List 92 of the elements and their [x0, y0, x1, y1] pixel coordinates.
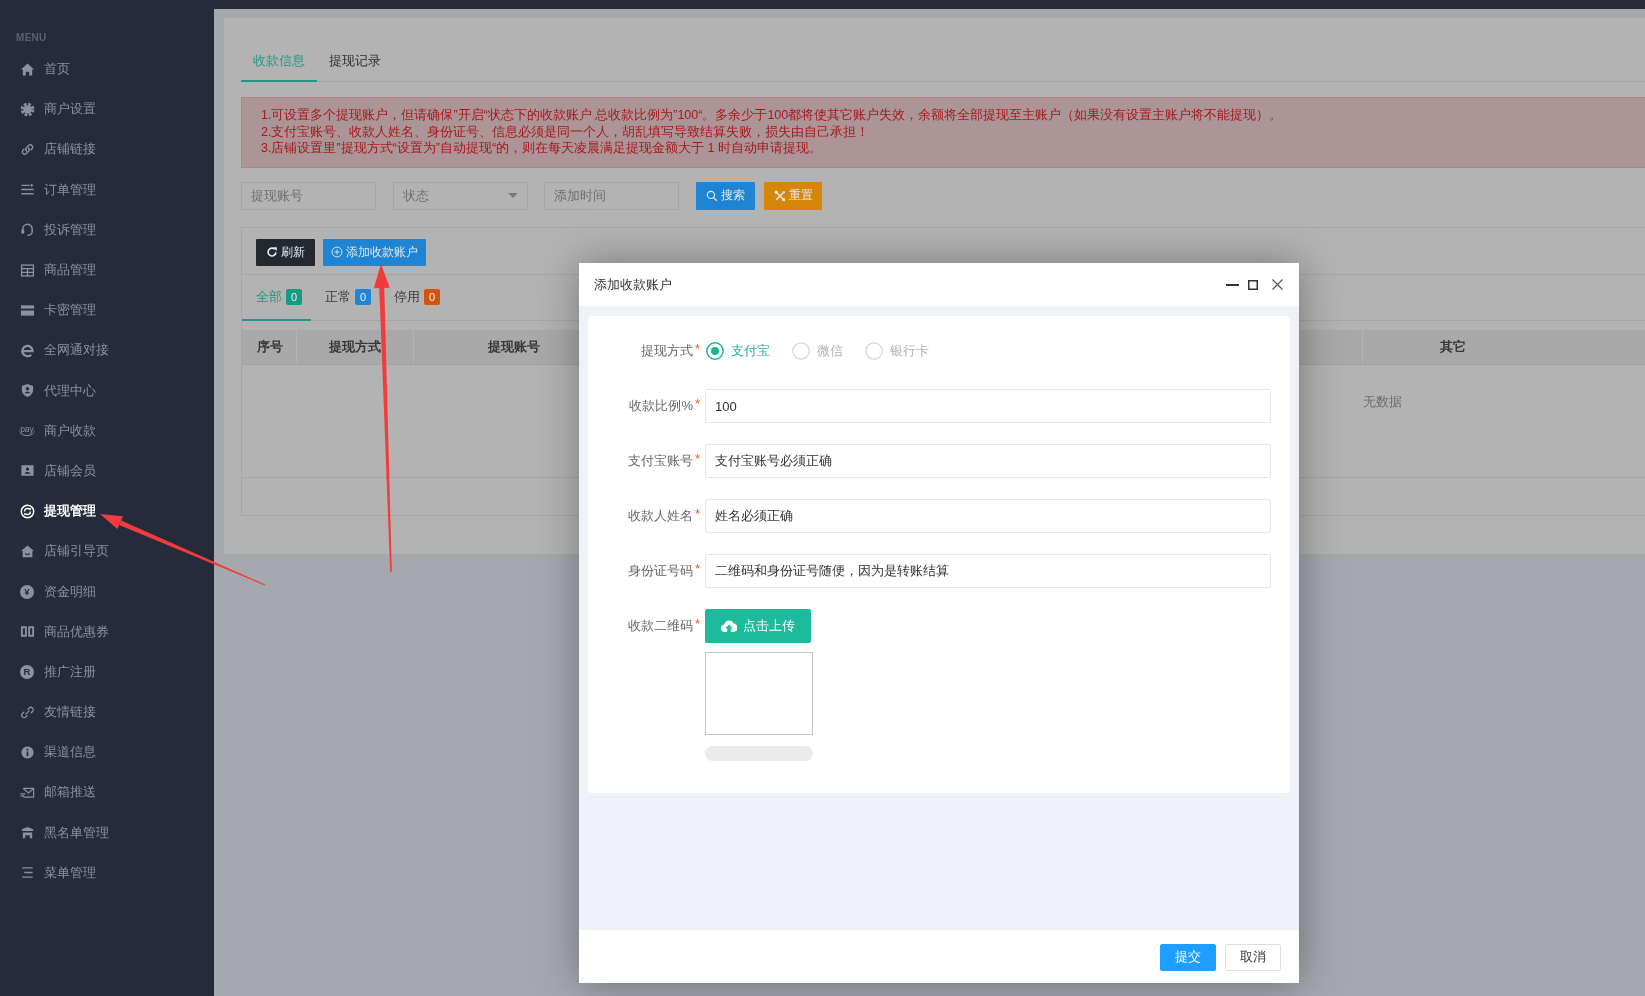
menu-heading: MENU	[16, 32, 47, 43]
sidebar-item[interactable]: 邮箱推送	[0, 772, 214, 813]
input-field[interactable]: 100	[705, 389, 1271, 423]
radio-option[interactable]: 支付宝	[706, 342, 770, 360]
sidebar-item[interactable]: 投诉管理	[0, 209, 214, 250]
required-mark: *	[694, 343, 700, 355]
sidebar-item[interactable]: 黑名单管理	[0, 812, 214, 853]
filter-field[interactable]: 添加时间	[544, 181, 679, 210]
menu-icon	[19, 865, 35, 881]
sidebar-item[interactable]: ¥ 资金明细	[0, 571, 214, 612]
status-tab[interactable]: 正常 0	[325, 274, 380, 321]
field-label: 收款二维码	[627, 617, 693, 635]
plus-circle-icon	[331, 246, 343, 258]
column-header: 提现账号	[487, 337, 540, 356]
headset-icon	[19, 222, 35, 238]
registered-icon: R	[20, 664, 34, 679]
cancel-button[interactable]: 取消	[1225, 943, 1281, 971]
link-icon	[19, 141, 35, 157]
chain-link-icon	[19, 704, 35, 720]
tools-icon	[773, 189, 786, 202]
submit-button[interactable]: 提交	[1160, 943, 1216, 971]
count-badge: 0	[424, 288, 440, 305]
input-field[interactable]: 二维码和身份证号随便，因为是转账结算	[705, 554, 1271, 588]
sidebar-item[interactable]: 代理中心	[0, 370, 214, 411]
sidebar-item[interactable]: 商户设置	[0, 89, 214, 130]
tab[interactable]: 提现记录	[317, 42, 393, 82]
empty-text: 无数据	[1363, 392, 1402, 411]
count-badge: 0	[355, 288, 371, 305]
house-icon	[19, 543, 35, 559]
count-badge: 0	[286, 288, 302, 305]
field-label: 收款人姓名	[627, 507, 693, 525]
sidebar-item[interactable]: 商品管理	[0, 249, 214, 291]
shield-user-icon	[19, 383, 35, 399]
field-label: 身份证号码	[627, 562, 693, 580]
circular-arrows-icon	[19, 503, 35, 519]
filter-select[interactable]: 状态	[393, 181, 528, 210]
notice-text: 3.店铺设置里”提现方式“设置为”自动提现“的，则在每天凌晨满足提现金额大于 1 时自动申请提现。	[261, 140, 823, 157]
add-button[interactable]: 添加收款账户	[323, 238, 426, 266]
card-icon	[19, 302, 35, 318]
required-mark: *	[694, 563, 700, 575]
grid-icon	[19, 262, 35, 278]
sidebar-item[interactable]: 首页	[0, 49, 214, 90]
sidebar-item[interactable]: 友情链接	[0, 692, 214, 733]
cloud-upload-icon	[721, 620, 737, 632]
required-mark: *	[694, 618, 700, 630]
required-mark: *	[694, 398, 700, 410]
search-button[interactable]: 搜索	[696, 181, 755, 210]
browser-icon	[19, 342, 35, 358]
sidebar-item[interactable]: 菜单管理	[0, 852, 214, 893]
refresh-button[interactable]: 刷新	[256, 238, 315, 266]
reset-button[interactable]: 重置	[764, 181, 822, 210]
status-tab[interactable]: 停用 0	[394, 274, 449, 321]
notice-text: 2.支付宝账号、收款人姓名、身份证号、信息必须是同一个人，胡乱填写导致结算失败，损失由自己承担！	[261, 123, 871, 140]
info-icon	[19, 744, 35, 760]
input-field[interactable]: 支付宝账号必须正确	[705, 444, 1271, 478]
sidebar-item[interactable]: pay 商户收款	[0, 410, 214, 451]
search-icon	[706, 189, 718, 202]
sidebar-item[interactable]: 商品优惠券	[0, 611, 214, 652]
gear-icon	[19, 101, 35, 117]
close-icon[interactable]	[1272, 279, 1283, 290]
maximize-icon[interactable]	[1248, 279, 1258, 290]
yen-coin-icon: ¥	[20, 584, 34, 599]
field-label: 提现方式	[640, 342, 693, 360]
sidebar-item[interactable]: 店铺链接	[0, 129, 214, 170]
input-field[interactable]: 姓名必须正确	[705, 499, 1271, 533]
sidebar-item[interactable]: R 推广注册	[0, 651, 214, 692]
coupon-icon	[19, 624, 35, 640]
field-label: 收款比例%	[629, 397, 693, 415]
upload-button[interactable]: 点击上传	[705, 609, 811, 643]
required-mark: *	[694, 508, 700, 520]
filter-field[interactable]: 提现账号	[241, 181, 376, 210]
caret-icon	[508, 193, 518, 198]
sidebar-item[interactable]: 全网通对接	[0, 330, 214, 371]
column-header: 其它	[1440, 337, 1466, 356]
field-label: 支付宝账号	[627, 452, 693, 470]
sidebar-item[interactable]: 订单管理	[0, 169, 214, 210]
home-icon	[19, 61, 35, 77]
dialog-title: 添加收款账户	[594, 275, 673, 294]
column-header: 序号	[257, 337, 283, 356]
refresh-icon	[266, 246, 278, 258]
sidebar-item[interactable]: 店铺会员	[0, 450, 214, 492]
store-icon	[19, 825, 35, 841]
sidebar-item[interactable]: 卡密管理	[0, 290, 214, 331]
required-mark: *	[694, 453, 700, 465]
sidebar-item[interactable]: 渠道信息	[0, 732, 214, 773]
notice-text: 1.可设置多个提现账户，但请确保”开启“状态下的收款账户 总收款比例为”100“。多余少于100都将使其它账户失效，余额将全部提现至主账户（如果没有设置主账户将不能提现）。	[261, 107, 1284, 124]
member-card-icon	[19, 463, 35, 479]
status-tab[interactable]: 全部 0	[242, 274, 311, 321]
minimize-icon[interactable]	[1226, 283, 1239, 286]
sidebar-item[interactable]: 店铺引导页	[0, 531, 214, 572]
column-header: 提现方式	[329, 337, 381, 356]
sidebar-item[interactable]: 提现管理	[0, 491, 214, 532]
